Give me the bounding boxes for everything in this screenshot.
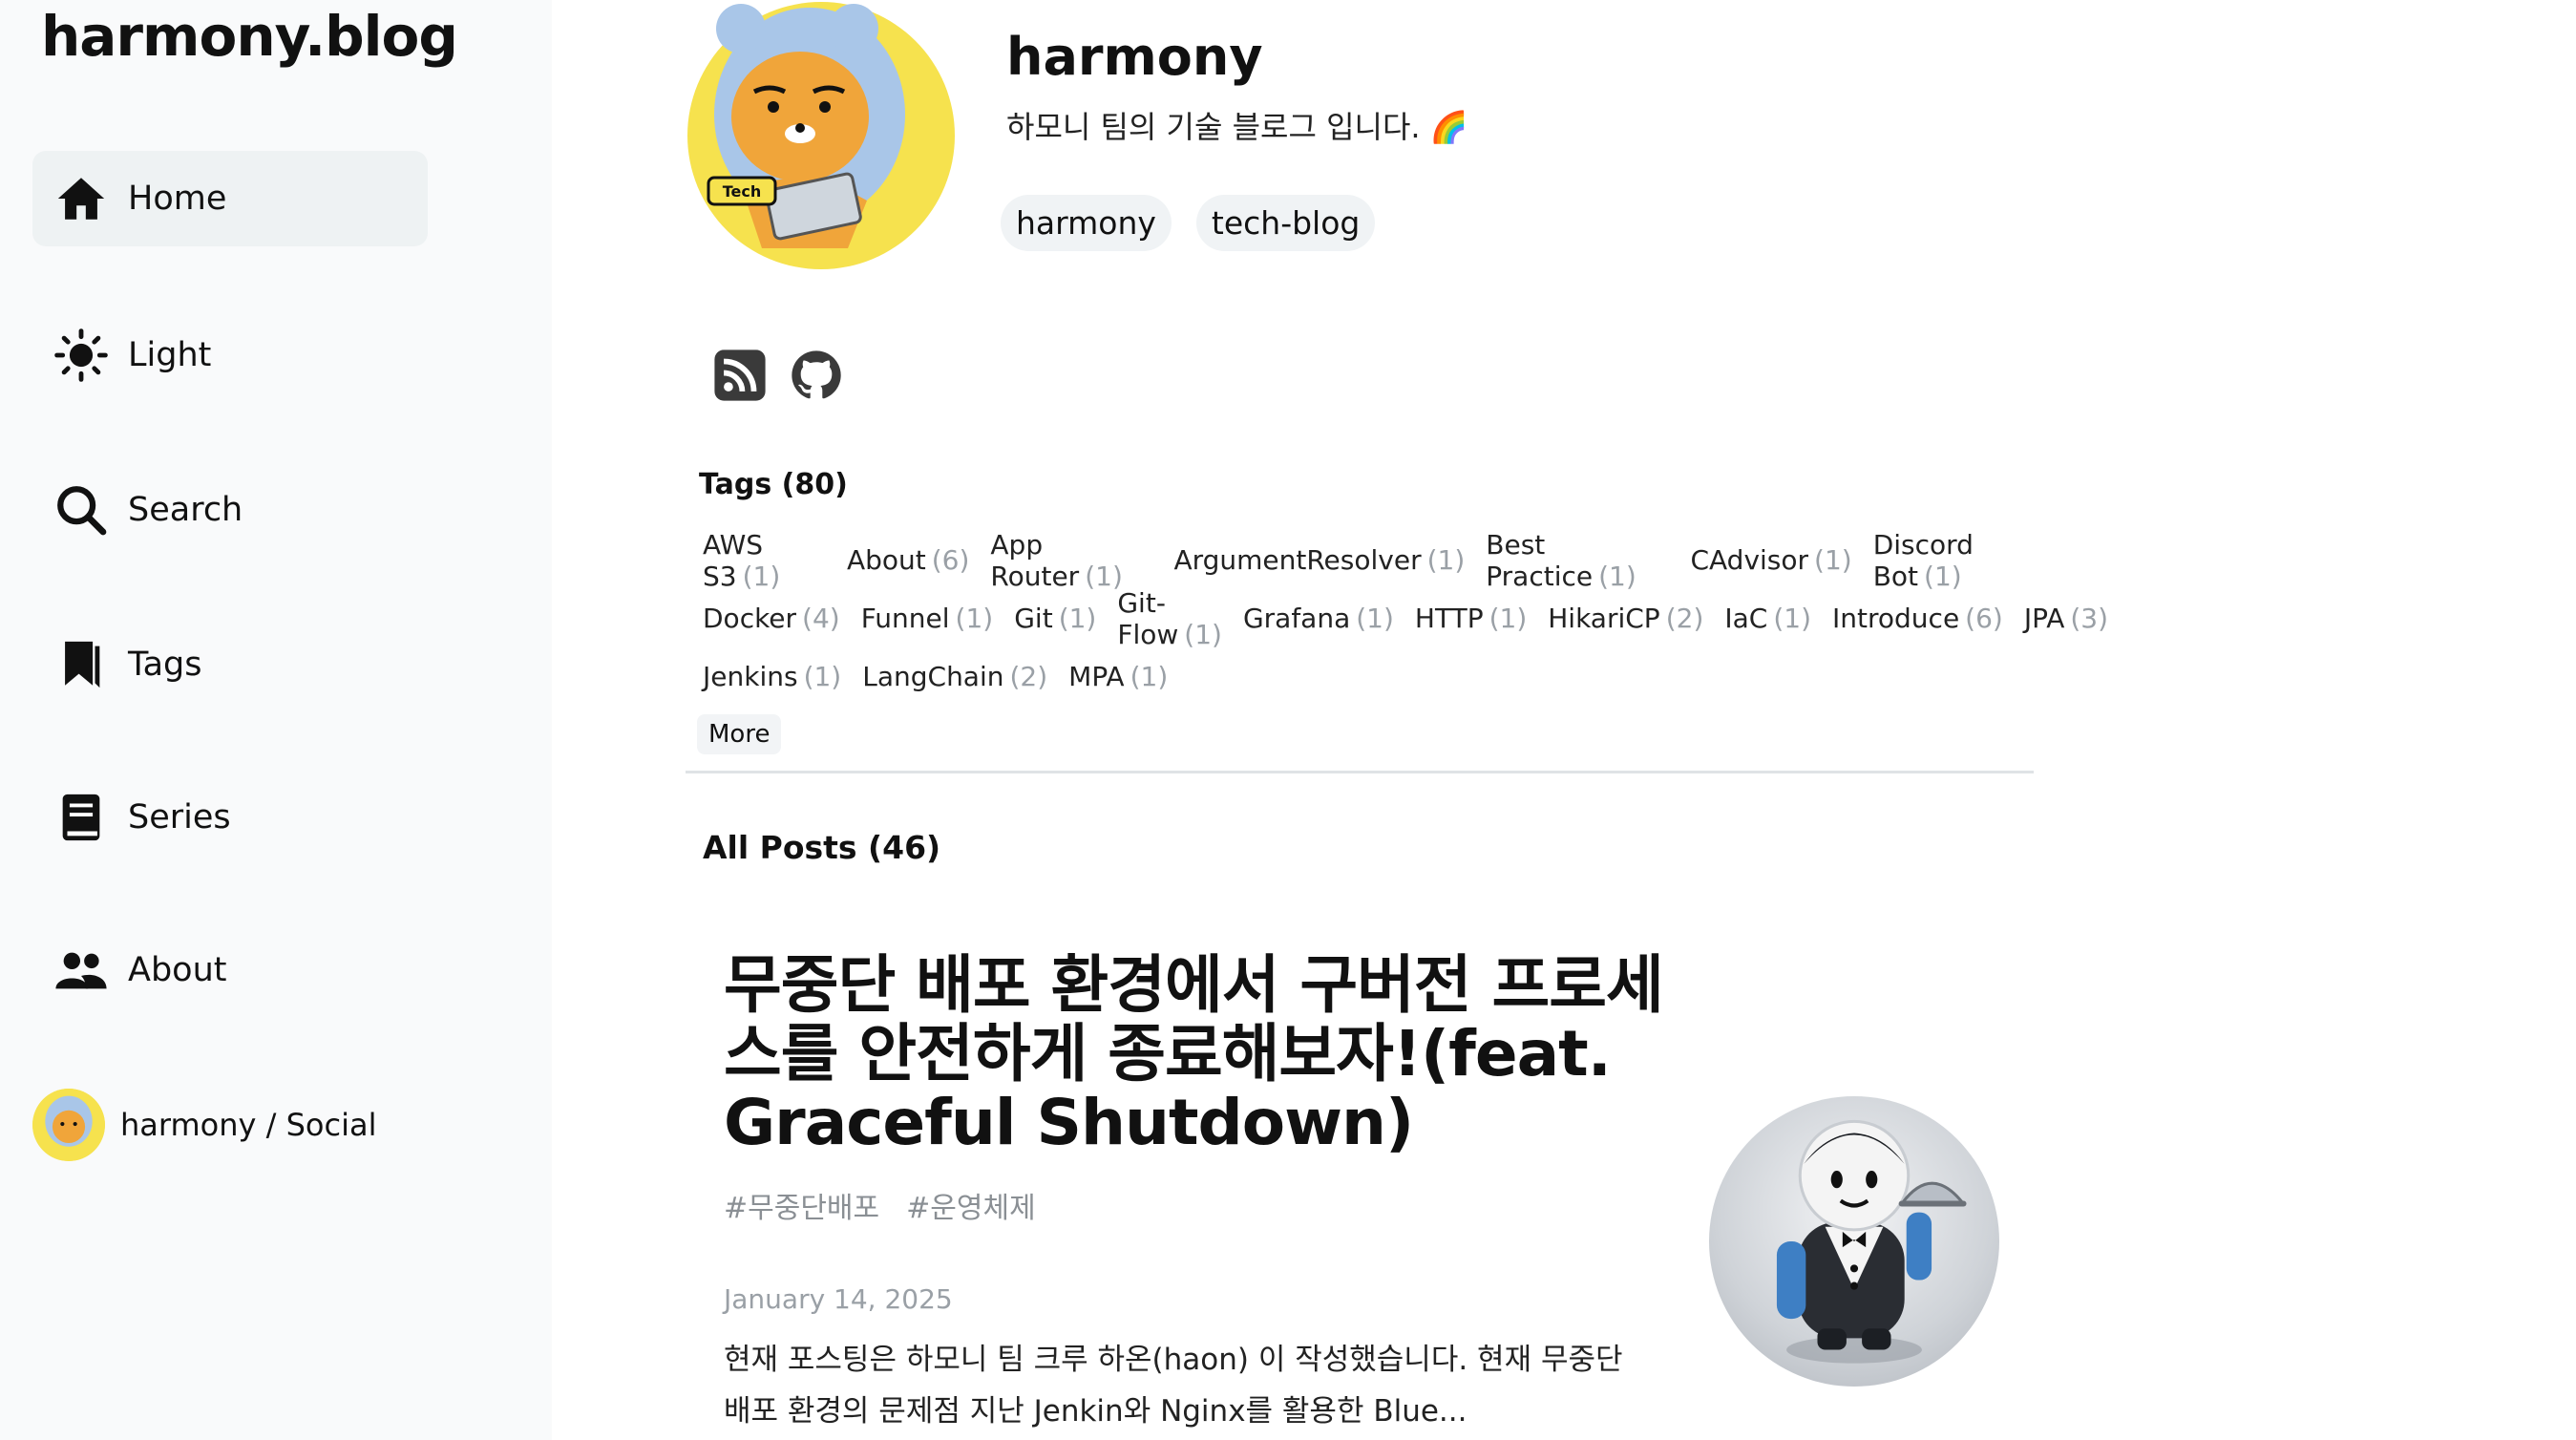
tag-row: Jenkins (1) LangChain (2) MPA (1): [703, 647, 2039, 706]
sun-icon: [52, 326, 111, 385]
avatar: [32, 1089, 105, 1161]
tag-link[interactable]: ArgumentResolver (1): [1173, 544, 1465, 576]
social-link[interactable]: harmony / Social: [32, 1089, 376, 1161]
main-content: Tech harmony 하모니 팀의 기술 블로그 입니다. 🌈 harmon…: [686, 0, 2108, 1440]
tag-row: Docker (4) Funnel (1) Git (1) Git-Flow (1) G…: [703, 587, 2108, 650]
home-icon: [52, 169, 111, 228]
tag-link[interactable]: HTTP (1): [1415, 603, 1527, 634]
nav-item-search[interactable]: Search: [32, 462, 428, 558]
nav-item-about[interactable]: About: [32, 922, 428, 1018]
tag-link[interactable]: About (6): [847, 544, 969, 576]
tag-link[interactable]: JPA (3): [2024, 603, 2108, 634]
post-tag[interactable]: #운영체제: [906, 1184, 1036, 1226]
tag-link[interactable]: Best Practice (1): [1486, 529, 1669, 592]
post-tags: #무중단배포 #운영체제: [724, 1184, 1679, 1226]
profile-description: 하모니 팀의 기술 블로그 입니다. 🌈: [1006, 109, 1468, 145]
profile-tag-pill[interactable]: harmony: [1001, 195, 1172, 251]
post-card[interactable]: 무중단 배포 환경에서 구버전 프로세스를 안전하게 종료해보자!(feat. …: [724, 951, 1679, 1437]
tag-link[interactable]: Funnel (1): [861, 603, 994, 634]
nav-label: Series: [128, 798, 231, 836]
profile-name: harmony: [1006, 27, 1263, 87]
tag-link[interactable]: Grafana (1): [1243, 603, 1394, 634]
nav-item-home[interactable]: Home: [32, 151, 428, 246]
profile-tag-pill[interactable]: tech-blog: [1195, 195, 1376, 251]
tag-link[interactable]: LangChain (2): [862, 661, 1047, 692]
search-icon: [52, 480, 111, 540]
post-title[interactable]: 무중단 배포 환경에서 구버전 프로세스를 안전하게 종료해보자!(feat. …: [724, 951, 1679, 1157]
nav-item-series[interactable]: Series: [32, 770, 428, 865]
profile-avatar: Tech: [686, 0, 958, 272]
post-tag[interactable]: #무중단배포: [724, 1184, 879, 1226]
tag-link[interactable]: Introduce (6): [1832, 603, 2003, 634]
nav-label: Light: [128, 336, 212, 374]
nav-item-tags[interactable]: Tags: [32, 617, 428, 712]
tag-link[interactable]: Discord Bot (1): [1873, 529, 2039, 592]
tag-link[interactable]: HikariCP (2): [1548, 603, 1703, 634]
people-icon: [52, 941, 111, 1000]
blog-logo[interactable]: harmony.blog: [41, 0, 458, 73]
avatar-badge: Tech: [723, 182, 762, 201]
tag-link[interactable]: Docker (4): [703, 603, 840, 634]
social-icons: [712, 348, 844, 403]
tag-link[interactable]: MPA (1): [1068, 661, 1168, 692]
nav-label: Tags: [128, 646, 202, 684]
divider: [686, 771, 2034, 773]
tag-link[interactable]: App Router (1): [990, 529, 1152, 592]
profile-tags: harmony tech-blog: [1001, 195, 1376, 251]
post-excerpt: 현재 포스팅은 하모니 팀 크루 하온(haon) 이 작성했습니다. 현재 무…: [724, 1343, 1623, 1429]
tags-heading: Tags (80): [699, 468, 848, 501]
nav-label: About: [128, 951, 227, 989]
tag-row: AWS S3 (1) About (6) App Router (1) Argumen…: [703, 529, 2039, 592]
book-icon: [52, 788, 111, 847]
tag-link[interactable]: IaC (1): [1724, 603, 1811, 634]
sidebar: harmony.blog Home Light Search Tags Seri…: [0, 0, 552, 1440]
tag-link[interactable]: CAdvisor (1): [1690, 544, 1851, 576]
tag-link[interactable]: Git-Flow (1): [1117, 587, 1222, 650]
tags-list: AWS S3 (1) About (6) App Router (1) Argumen…: [703, 529, 2108, 706]
more-tags-button[interactable]: More: [697, 714, 782, 754]
github-icon[interactable]: [789, 348, 844, 403]
bookmark-icon: [52, 635, 111, 694]
all-posts-heading: All Posts (46): [703, 829, 941, 866]
post-thumbnail[interactable]: [1709, 1096, 1999, 1387]
tag-link[interactable]: AWS S3 (1): [703, 529, 826, 592]
rss-icon[interactable]: [712, 348, 768, 403]
nav-label: Search: [128, 491, 243, 529]
post-date: January 14, 2025: [724, 1283, 953, 1315]
social-label: harmony / Social: [120, 1107, 377, 1143]
nav-label: Home: [128, 180, 227, 218]
tag-link[interactable]: Jenkins (1): [703, 661, 841, 692]
nav-item-light[interactable]: Light: [32, 307, 428, 403]
tag-link[interactable]: Git (1): [1014, 603, 1096, 634]
